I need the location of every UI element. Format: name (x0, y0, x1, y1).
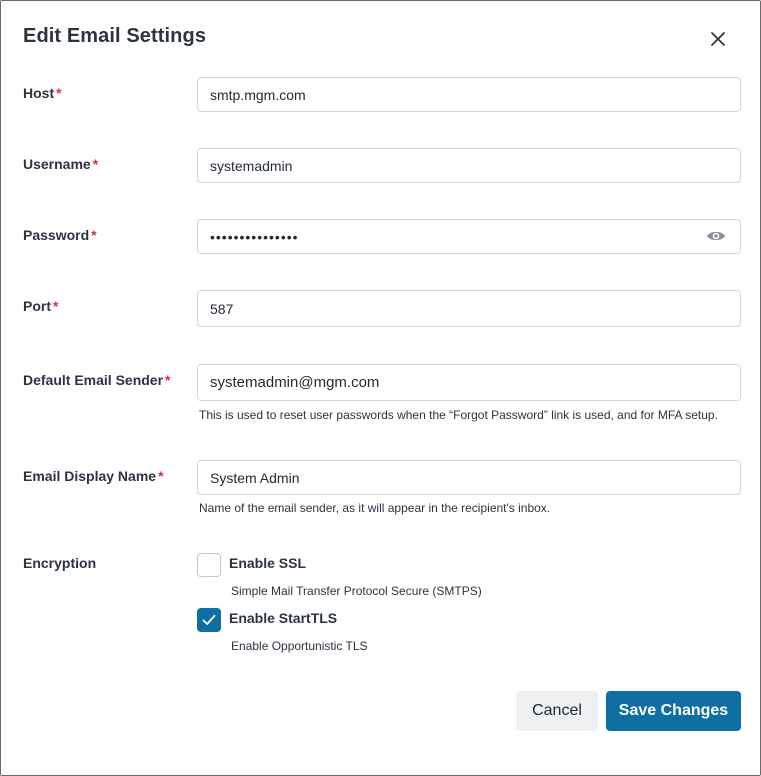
password-input[interactable] (197, 219, 741, 254)
enable-starttls-description: Enable Opportunistic TLS (231, 639, 368, 653)
encryption-label: Encryption (23, 555, 97, 571)
required-marker: * (92, 156, 99, 172)
cancel-button[interactable]: Cancel (516, 691, 598, 731)
host-input[interactable] (197, 77, 741, 112)
required-marker: * (56, 85, 62, 101)
username-input[interactable] (197, 148, 741, 183)
save-changes-button[interactable]: Save Changes (606, 691, 741, 731)
edit-email-settings-dialog: Edit Email Settings Host* Username* Pass… (0, 0, 761, 776)
username-label: Username * (23, 156, 99, 172)
close-icon (711, 32, 725, 46)
close-button[interactable] (705, 26, 731, 52)
required-marker: * (53, 298, 59, 314)
password-label: Password * (23, 227, 97, 243)
default-email-sender-input[interactable] (197, 364, 741, 401)
enable-ssl-checkbox[interactable] (197, 553, 221, 577)
enable-starttls-checkbox[interactable] (197, 608, 221, 632)
email-display-name-hint: Name of the email sender, as it will app… (199, 501, 551, 515)
port-input[interactable] (197, 290, 741, 327)
toggle-password-visibility-button[interactable] (705, 227, 727, 245)
checkmark-icon (202, 614, 216, 625)
required-marker: * (165, 372, 171, 388)
enable-starttls-label: Enable StartTLS (229, 610, 338, 626)
dialog-title: Edit Email Settings (23, 25, 207, 47)
default-email-sender-hint: This is used to reset user passwords whe… (199, 408, 718, 422)
port-label: Port * (23, 298, 59, 314)
host-label: Host * (23, 85, 62, 101)
email-display-name-label: Email Display Name * (23, 468, 164, 484)
email-display-name-input[interactable] (197, 460, 741, 495)
enable-ssl-description: Simple Mail Transfer Protocol Secure (SM… (231, 584, 482, 598)
enable-ssl-label: Enable SSL (229, 555, 307, 571)
required-marker: * (158, 468, 164, 484)
required-marker: * (91, 227, 97, 243)
default-email-sender-label: Default Email Sender * (23, 372, 171, 388)
eye-icon (707, 231, 725, 241)
